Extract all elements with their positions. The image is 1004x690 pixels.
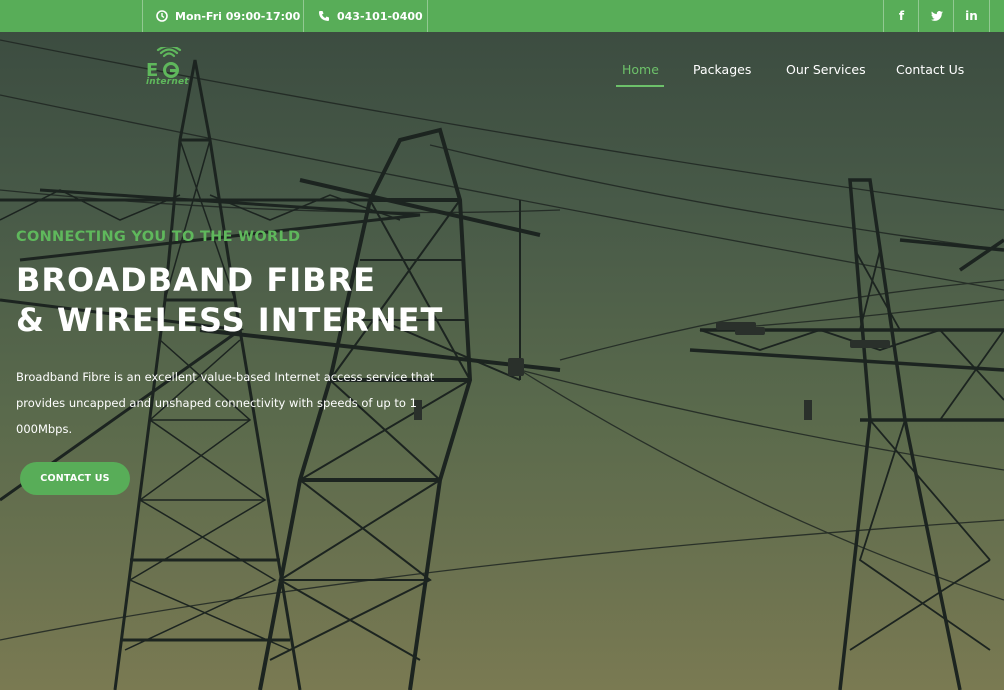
nav-item-contact-us[interactable]: Contact Us: [896, 62, 964, 77]
divider: [142, 0, 143, 32]
hero-title: BROADBAND FIBRE & WIRELESS INTERNET: [16, 260, 443, 340]
clock-icon: [156, 10, 168, 22]
hero-title-line-2: & WIRELESS INTERNET: [16, 301, 444, 339]
business-hours: Mon-Fri 09:00-17:00: [156, 0, 300, 32]
facebook-icon: f: [898, 9, 905, 23]
svg-text:E: E: [146, 60, 158, 81]
hero-description: Broadband Fibre is an excellent value-ba…: [16, 370, 435, 436]
nav-item-our-services[interactable]: Our Services: [786, 62, 866, 77]
linkedin-icon: in: [965, 9, 978, 23]
hero-title-line-1: BROADBAND FIBRE: [16, 261, 376, 299]
divider: [989, 0, 990, 32]
divider: [427, 0, 428, 32]
nav-item-home[interactable]: Home: [622, 62, 659, 77]
twitter-icon: [930, 11, 943, 21]
page: Mon-Fri 09:00-17:00 043-101-0400 f in E …: [0, 0, 1004, 690]
nav-item-packages[interactable]: Packages: [693, 62, 751, 77]
contact-us-button[interactable]: CONTACT US: [20, 462, 130, 495]
hero-tagline: CONNECTING YOU TO THE WORLD: [16, 229, 301, 245]
phone-number-text: 043-101-0400: [337, 9, 423, 23]
power-towers-background: [0, 39, 1004, 690]
top-info-bar: Mon-Fri 09:00-17:00 043-101-0400 f in: [0, 0, 1004, 32]
divider: [303, 0, 304, 32]
business-hours-text: Mon-Fri 09:00-17:00: [175, 9, 301, 23]
phone-icon: [319, 11, 329, 21]
phone-number[interactable]: 043-101-0400: [318, 0, 423, 32]
linkedin-link[interactable]: in: [954, 0, 989, 32]
brand-logo[interactable]: E: [145, 47, 191, 91]
twitter-link[interactable]: [919, 0, 954, 32]
nav-active-indicator: [616, 85, 664, 87]
facebook-link[interactable]: f: [884, 0, 919, 32]
